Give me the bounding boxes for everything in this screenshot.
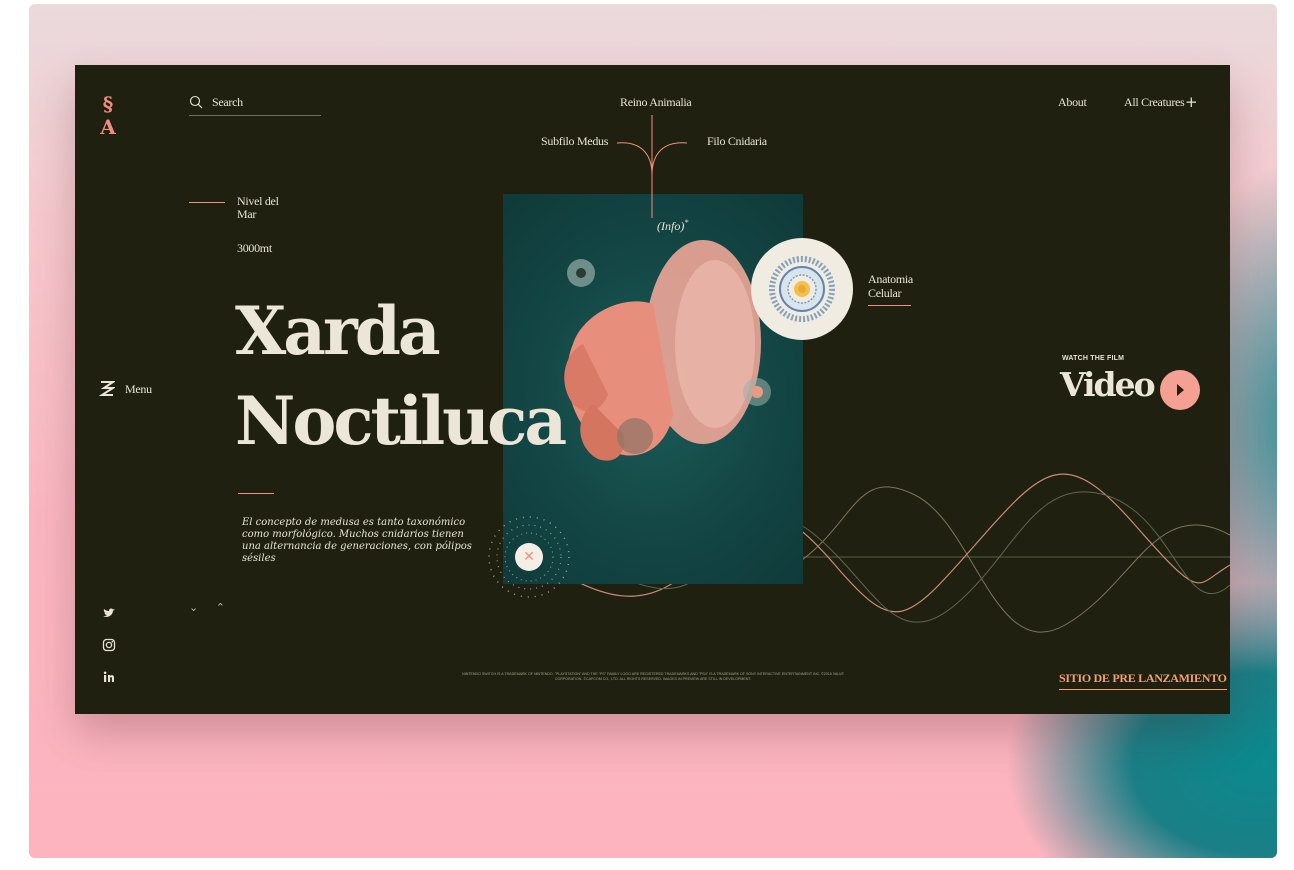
info-link[interactable]: (Info)* bbox=[657, 218, 688, 234]
depth-value: 3000mt bbox=[237, 241, 272, 255]
taxonomy-tree bbox=[616, 115, 688, 218]
watch-film-eyebrow: WATCH THE FILM bbox=[1062, 355, 1125, 362]
linkedin-icon[interactable] bbox=[102, 670, 116, 684]
chevron-up-icon[interactable]: ⌃ bbox=[216, 601, 225, 614]
slide-arrows: ⌄ ⌃ bbox=[189, 601, 225, 614]
search-label: Search bbox=[212, 95, 243, 109]
hero-title-line1: Xarda bbox=[235, 292, 441, 370]
search-icon bbox=[189, 95, 203, 109]
plus-icon[interactable]: + bbox=[1185, 95, 1198, 110]
play-icon[interactable] bbox=[1160, 370, 1200, 410]
taxonomy-phylum[interactable]: Filo Cnidaria bbox=[707, 134, 767, 149]
logo-mark: § A bbox=[97, 92, 119, 140]
nav-all-creatures[interactable]: All Creatures bbox=[1124, 95, 1185, 110]
hero-title-line2: Noctiluca bbox=[235, 382, 567, 460]
legal-text: NINTENDO SWITCH IS A TRADEMARK OF NINTEN… bbox=[462, 672, 844, 681]
twitter-icon[interactable] bbox=[102, 606, 116, 620]
depth-label: Nivel del Mar bbox=[237, 194, 279, 221]
taxonomy-subphylum[interactable]: Subfilo Medus bbox=[541, 134, 608, 149]
title-rule bbox=[238, 493, 274, 494]
anatomy-thumbnail[interactable] bbox=[751, 238, 853, 340]
depth-rule bbox=[189, 202, 225, 203]
logo[interactable]: § A bbox=[97, 92, 119, 140]
close-icon: ✕ bbox=[523, 549, 535, 565]
menu-icon[interactable] bbox=[99, 379, 115, 399]
prelaunch-link[interactable]: SITIO DE PRE LANZAMIENTO bbox=[1059, 671, 1227, 690]
svg-text:§: § bbox=[103, 93, 113, 116]
website-preview: Reino Animalia Subfilo Medus Filo Cnidar… bbox=[75, 65, 1230, 714]
hero-description: El concepto de medusa es tanto taxonómic… bbox=[242, 517, 472, 564]
taxonomy-kingdom[interactable]: Reino Animalia bbox=[620, 95, 692, 110]
video-label[interactable]: Video bbox=[1060, 365, 1156, 405]
menu-button[interactable]: Menu bbox=[125, 382, 152, 397]
chevron-down-icon[interactable]: ⌄ bbox=[189, 601, 198, 614]
anatomy-rule bbox=[868, 305, 911, 306]
instagram-icon[interactable] bbox=[102, 638, 116, 652]
close-button[interactable]: ✕ bbox=[515, 543, 543, 571]
search-field[interactable]: Search bbox=[189, 93, 321, 116]
svg-text:A: A bbox=[99, 115, 116, 137]
radiolarian-illustration bbox=[769, 256, 835, 322]
anatomy-label[interactable]: Anatomia Celular bbox=[868, 272, 918, 300]
nav-about[interactable]: About bbox=[1058, 95, 1087, 110]
